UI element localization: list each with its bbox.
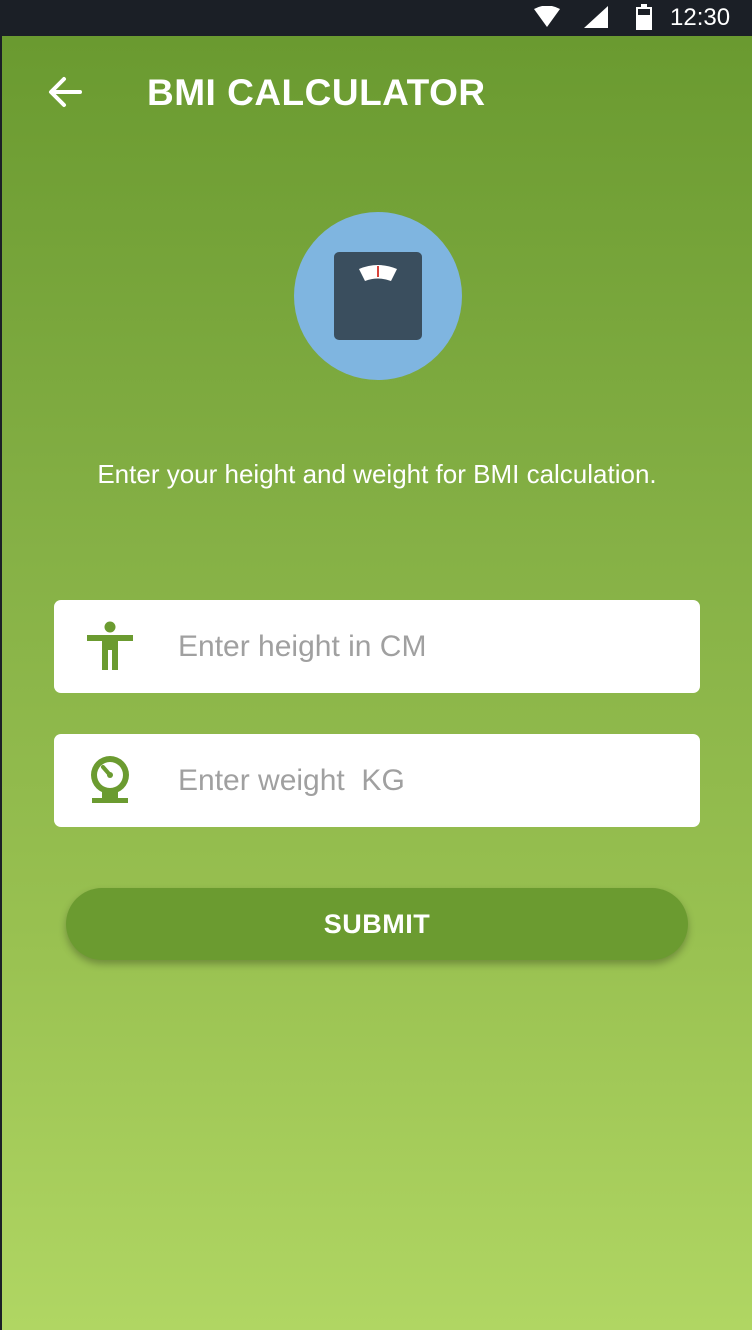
submit-button[interactable]: SUBMIT <box>66 888 688 960</box>
instruction-text: Enter your height and weight for BMI cal… <box>97 459 657 489</box>
wifi-icon <box>534 6 560 27</box>
bmi-screen: BMI CALCULATOR Enter your height and wei… <box>2 36 752 1330</box>
page-title: BMI CALCULATOR <box>147 72 486 113</box>
person-standing-icon <box>87 621 133 670</box>
battery-icon <box>636 4 652 30</box>
weight-field <box>54 734 700 827</box>
weight-scale-icon <box>334 252 422 340</box>
status-time: 12:30 <box>670 4 731 31</box>
status-bar: 12:30 <box>0 0 752 36</box>
height-field <box>54 600 700 693</box>
weight-input[interactable] <box>178 734 678 827</box>
height-input[interactable] <box>178 600 678 693</box>
toolbar: BMI CALCULATOR <box>2 36 752 148</box>
arrow-left-icon[interactable] <box>42 72 90 112</box>
speedometer-scale-icon <box>91 756 129 803</box>
signal-icon <box>584 6 608 28</box>
